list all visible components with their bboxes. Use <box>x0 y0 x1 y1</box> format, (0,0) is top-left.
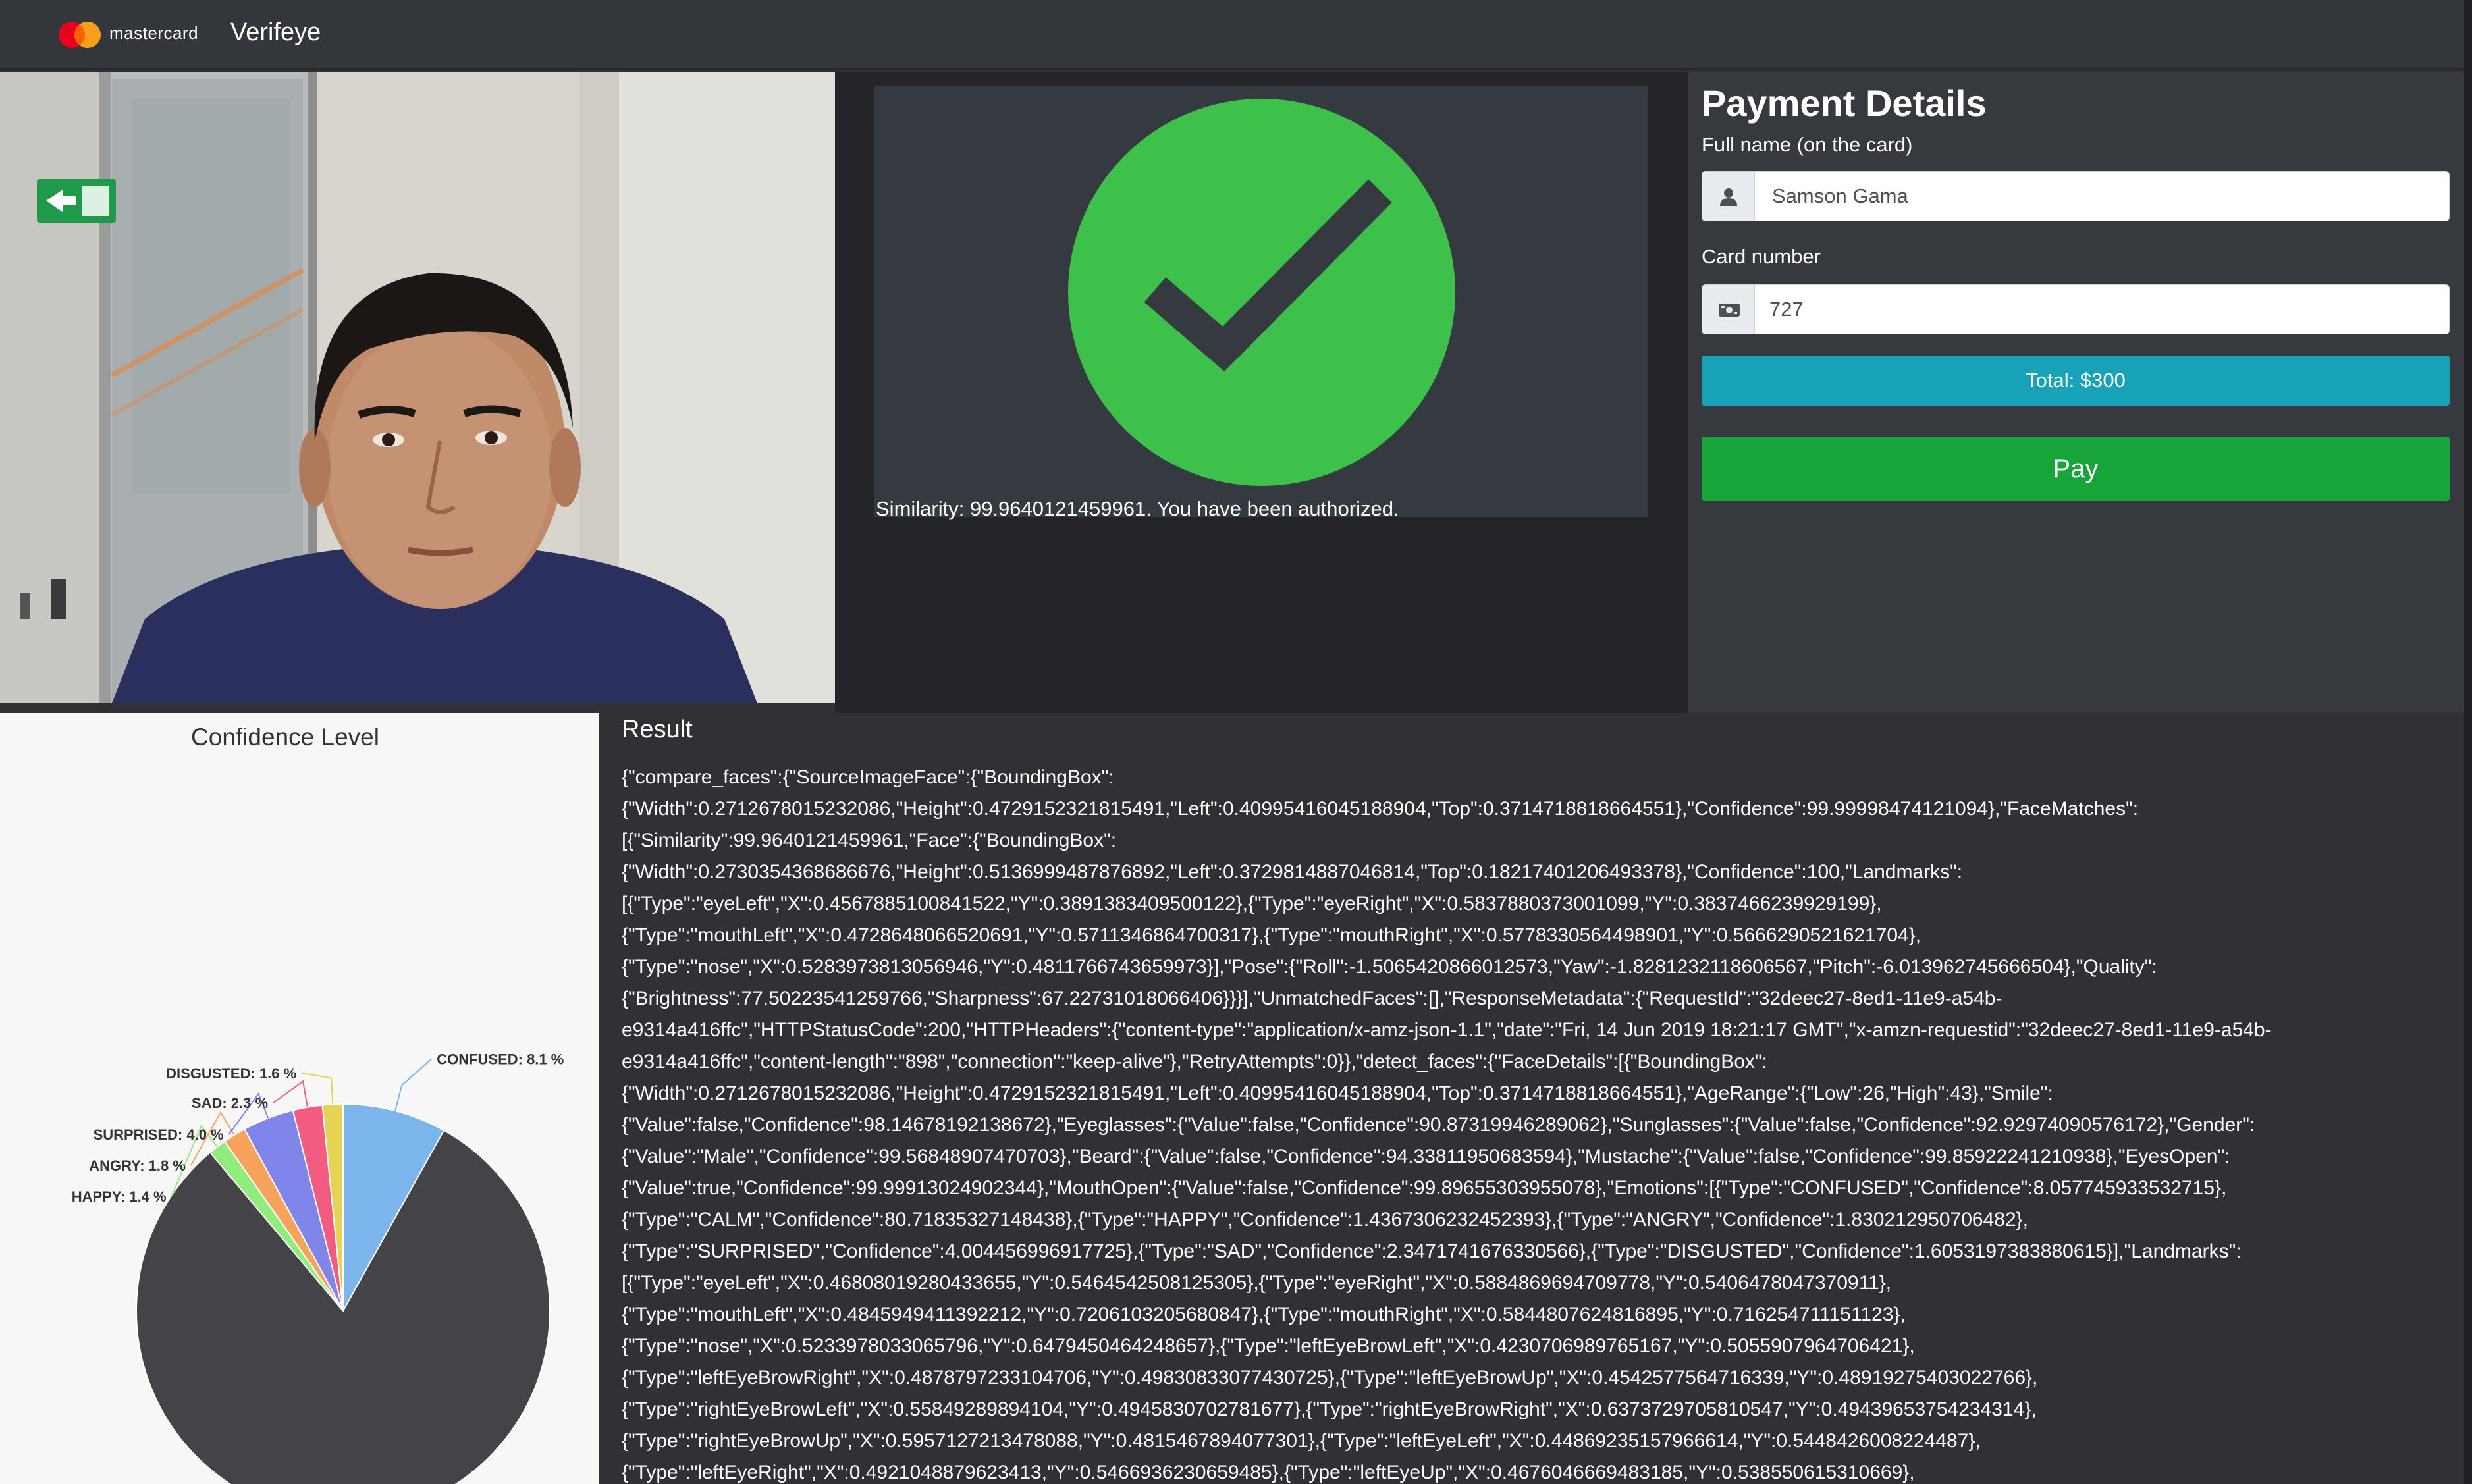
result-json-line: [{"Type":"eyeLeft","X":0.456788510084152… <box>622 893 1882 914</box>
result-json-line: {"Width":0.2712678015232086,"Height":0.4… <box>622 1082 2053 1104</box>
full-name-group <box>1702 171 2450 221</box>
result-title: Result <box>622 716 693 743</box>
result-json-line: {"Type":"leftEyeRight","X":0.49210488796… <box>622 1462 1915 1483</box>
result-json-text: {"compare_faces":{"SourceImageFace":{"Bo… <box>622 762 2446 1484</box>
result-json-line: e9314a416ffc","content-length":"898","co… <box>622 1051 1767 1073</box>
confidence-pie-chart: Confidence Level CONFUSED: 8.1 % HAPPY: 1… <box>72 724 564 1484</box>
result-json-line: {"compare_faces":{"SourceImageFace":{"Bo… <box>622 766 1114 788</box>
brand-title[interactable]: Verifeye <box>230 18 321 47</box>
pie-label-4: SURPRISED: 4.0 % <box>94 1126 224 1143</box>
result-json-line: {"Type":"nose","X":0.5233978033065796,"Y… <box>622 1335 1915 1357</box>
result-json-line: {"Type":"mouthLeft","X":0.48459494113922… <box>622 1304 1906 1325</box>
chart-title: Confidence Level <box>191 724 379 751</box>
pay-button[interactable]: Pay <box>1702 437 2450 501</box>
credit-card-icon <box>1719 304 1740 317</box>
window-edge <box>2464 0 2472 1484</box>
similarity-message: Similarity: 99.9640121459961. You have b… <box>876 497 1399 520</box>
pie-label-0: CONFUSED: 8.1 % <box>437 1051 564 1067</box>
card-number-label: Card number <box>1702 245 1821 268</box>
result-json-line: {"Value":"Male","Confidence":99.56848907… <box>622 1146 2230 1167</box>
full-name-input[interactable] <box>1755 172 2449 221</box>
full-name-label: Full name (on the card) <box>1702 133 1913 156</box>
result-json-line: {"Width":0.2712678015232086,"Height":0.4… <box>622 798 2139 820</box>
check-circle-icon <box>1068 99 1455 486</box>
result-panel: Result {"compare_faces":{"SourceImageFac… <box>599 713 2464 1484</box>
pie-label-3: ANGRY: 1.8 % <box>89 1157 186 1174</box>
result-json-line: {"Value":false,"Confidence":98.146781921… <box>622 1114 2255 1136</box>
result-json-line: {"Type":"rightEyeBrowUp","X":0.595712721… <box>622 1430 1981 1452</box>
result-json-line: e9314a416ffc","HTTPStatusCode":200,"HTTP… <box>622 1019 2272 1041</box>
card-number-group <box>1702 284 2450 334</box>
total-button[interactable]: Total: $300 <box>1702 356 2450 406</box>
result-json-line: [{"Similarity":99.9640121459961,"Face":{… <box>622 830 1117 851</box>
result-json-line: {"Type":"CALM","Confidence":80.718353271… <box>622 1209 2029 1231</box>
result-json-line: {"Type":"SURPRISED","Confidence":4.00445… <box>622 1240 2242 1262</box>
pie-label-2: HAPPY: 1.4 % <box>72 1188 167 1205</box>
authorization-result-box: Similarity: 99.9640121459961. You have b… <box>874 86 1648 520</box>
navbar: mastercard Verifeye <box>0 0 2472 70</box>
pie-label-5: SAD: 2.3 % <box>192 1095 268 1111</box>
payment-details-panel: Payment Details Full name (on the card) … <box>1688 72 2464 713</box>
result-json-line: {"Type":"mouthLeft","X":0.47286480665206… <box>622 924 1921 946</box>
result-json-line: {"Type":"nose","X":0.5283973813056946,"Y… <box>622 956 2157 978</box>
name-addon <box>1702 172 1755 221</box>
pie-label-6: DISGUSTED: 1.6 % <box>166 1065 296 1082</box>
result-json-line: {"Value":true,"Confidence":99.9991302490… <box>622 1177 2227 1199</box>
result-json-line: {"Brightness":77.50223541259766,"Sharpne… <box>622 988 2002 1009</box>
result-json-line: {"Type":"rightEyeBrowLeft","X":0.5584928… <box>622 1398 2037 1420</box>
result-json-line: {"Width":0.2730354368686676,"Height":0.5… <box>622 861 1963 883</box>
result-json-line: {"Type":"leftEyeBrowRight","X":0.4878797… <box>622 1367 2038 1389</box>
user-icon <box>1720 188 1737 206</box>
webcam-feed <box>0 72 835 703</box>
card-number-input[interactable] <box>1755 285 2449 334</box>
result-json-line: [{"Type":"eyeLeft","X":0.468080192804336… <box>622 1272 1892 1294</box>
payment-title: Payment Details <box>1702 82 1987 124</box>
mastercard-logo-icon <box>59 22 101 48</box>
card-addon <box>1702 285 1755 334</box>
authorization-status-panel: Similarity: 99.9640121459961. You have b… <box>835 72 1688 713</box>
confidence-chart-panel: Confidence Level CONFUSED: 8.1 % HAPPY: 1… <box>0 713 599 1484</box>
pie-label-connector-5 <box>273 1080 308 1107</box>
pie-label-connector-0 <box>394 1058 432 1111</box>
webcam-image <box>0 72 835 703</box>
mastercard-wordmark: mastercard <box>109 23 199 43</box>
